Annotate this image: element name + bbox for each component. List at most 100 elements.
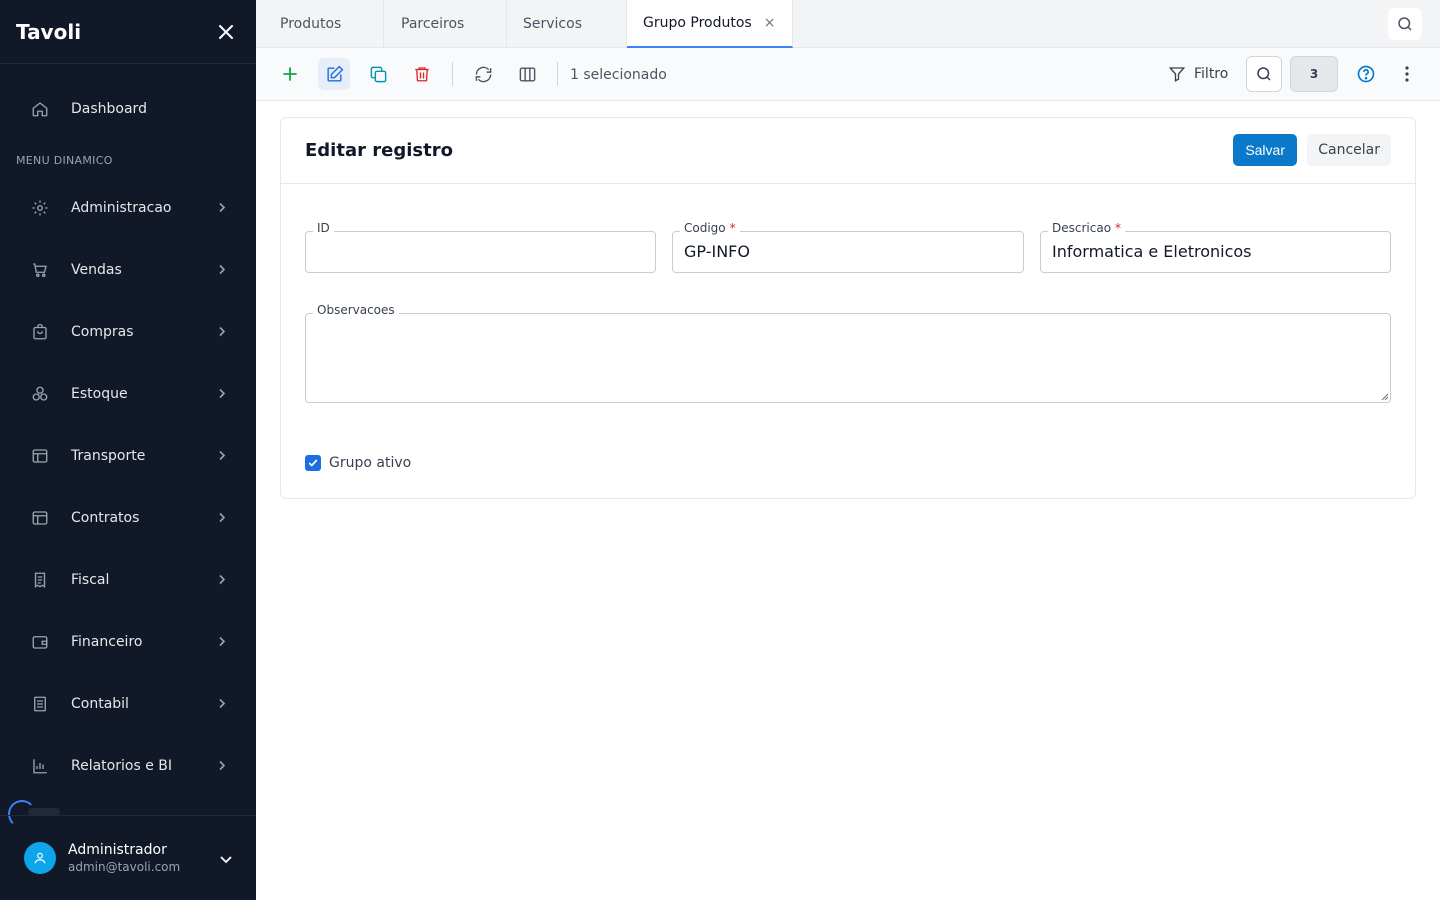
sidebar-header: Tavoli	[0, 0, 256, 64]
save-button[interactable]: Salvar	[1233, 134, 1297, 166]
layout-icon	[30, 446, 50, 466]
toolbar-divider	[452, 62, 453, 86]
sidebar-item-label: Financeiro	[71, 634, 143, 650]
filter-icon	[1168, 67, 1186, 82]
tab-label: Grupo Produtos	[643, 15, 752, 31]
close-icon	[219, 24, 233, 39]
chevron-down-icon[interactable]	[220, 849, 232, 868]
edit-icon	[326, 65, 343, 82]
sidebar-item-estoque[interactable]: Estoque	[16, 363, 240, 425]
codigo-value: GP-INFO	[684, 241, 750, 261]
sidebar-item-administracao[interactable]: Administracao	[16, 177, 240, 239]
search-icon	[1257, 67, 1271, 81]
tab-label: Servicos	[523, 16, 582, 32]
home-icon	[30, 99, 50, 119]
boxes-icon	[30, 384, 50, 404]
chevron-right-icon	[218, 757, 226, 776]
tab-produtos[interactable]: Produtos	[256, 0, 384, 48]
chevron-right-icon	[218, 447, 226, 466]
chevron-right-icon	[218, 199, 226, 218]
trash-icon	[415, 67, 429, 82]
sidebar-item-relatorios[interactable]: Relatorios e BI	[16, 735, 240, 797]
tab-bar: Produtos Parceiros Servicos Grupo Produt…	[256, 0, 1440, 48]
search-icon	[1398, 17, 1412, 31]
receipt-icon	[30, 570, 50, 590]
filter-label: Filtro	[1194, 66, 1229, 82]
observacoes-field[interactable]: Observacoes	[305, 303, 1391, 403]
wallet-icon	[30, 632, 50, 652]
card-header: Editar registro Salvar Cancelar	[281, 118, 1415, 184]
tab-servicos[interactable]: Servicos	[507, 0, 627, 48]
user-menu[interactable]: Administrador admin@tavoli.com	[0, 815, 256, 900]
chevron-right-icon	[218, 509, 226, 528]
sidebar-item-fiscal[interactable]: Fiscal	[16, 549, 240, 611]
sidebar-item-label: Dashboard	[71, 101, 147, 117]
page-title: Editar registro	[305, 140, 453, 161]
delete-button[interactable]	[406, 58, 438, 90]
chevron-right-icon	[218, 385, 226, 404]
add-button[interactable]	[274, 58, 306, 90]
resize-handle-icon[interactable]	[1381, 393, 1389, 401]
filter-button[interactable]: Filtro	[1168, 58, 1228, 90]
sidebar-item-label: Estoque	[71, 386, 128, 402]
columns-button[interactable]	[511, 58, 543, 90]
descricao-value: Informatica e Eletronicos	[1052, 241, 1252, 261]
sidebar-item-label: Transporte	[71, 448, 146, 464]
close-tab-icon[interactable]: ×	[764, 15, 776, 31]
copy-icon	[370, 66, 386, 82]
tab-grupo-produtos[interactable]: Grupo Produtos ×	[627, 0, 793, 48]
chevron-right-icon	[218, 695, 226, 714]
sidebar-item-transporte[interactable]: Transporte	[16, 425, 240, 487]
sidebar-item-label: Contratos	[71, 510, 140, 526]
checkbox-checked-icon[interactable]	[305, 455, 321, 471]
plus-icon	[283, 67, 297, 81]
sidebar-item-label: Relatorios e BI	[71, 758, 172, 774]
bar-chart-icon	[30, 756, 50, 776]
sidebar-item-vendas[interactable]: Vendas	[16, 239, 240, 301]
descricao-field[interactable]: Descricao * Informatica e Eletronicos	[1040, 221, 1391, 273]
sidebar-item-contratos[interactable]: Contratos	[16, 487, 240, 549]
sidebar-item-label: Vendas	[71, 262, 122, 278]
cancel-button[interactable]: Cancelar	[1307, 134, 1391, 166]
grupo-ativo-checkbox[interactable]: Grupo ativo	[305, 455, 411, 471]
user-info: Administrador admin@tavoli.com	[68, 842, 220, 874]
user-email: admin@tavoli.com	[68, 860, 181, 874]
tab-label: Parceiros	[401, 16, 465, 32]
more-options-button[interactable]	[1394, 58, 1420, 90]
layout-icon	[30, 508, 50, 528]
observacoes-textarea[interactable]	[305, 313, 1391, 403]
sidebar-item-compras[interactable]: Compras	[16, 301, 240, 363]
codigo-field[interactable]: Codigo * GP-INFO	[672, 221, 1024, 273]
toolbar-search-button[interactable]	[1246, 56, 1282, 92]
sidebar-item-dashboard[interactable]: Dashboard	[16, 88, 240, 130]
global-search-button[interactable]	[1388, 8, 1422, 40]
user-icon	[34, 852, 46, 864]
gear-icon	[30, 198, 50, 218]
count-badge[interactable]: 3	[1290, 56, 1338, 92]
observacoes-label: Observacoes	[313, 303, 399, 317]
duplicate-button[interactable]	[362, 58, 394, 90]
sidebar-item-financeiro[interactable]: Financeiro	[16, 611, 240, 673]
sidebar-item-label: Fiscal	[71, 572, 110, 588]
id-field[interactable]: ID	[305, 221, 656, 273]
help-button[interactable]	[1350, 58, 1382, 90]
brand-logo: Tavoli	[16, 19, 82, 44]
sidebar-item-contabil[interactable]: Contabil	[16, 673, 240, 735]
refresh-button[interactable]	[467, 58, 499, 90]
tab-label: Produtos	[280, 16, 342, 32]
chevron-right-icon	[218, 323, 226, 342]
grupo-ativo-label: Grupo ativo	[329, 455, 412, 471]
avatar	[24, 842, 56, 874]
id-input[interactable]	[305, 231, 656, 273]
close-sidebar-button[interactable]	[212, 18, 240, 46]
tab-parceiros[interactable]: Parceiros	[384, 0, 507, 48]
toolbar-divider	[557, 62, 558, 86]
edit-button[interactable]	[318, 58, 350, 90]
sidebar-item-label: Contabil	[71, 696, 129, 712]
menu-section-title: MENU DINAMICO	[16, 154, 113, 167]
cart-icon	[30, 260, 50, 280]
edit-form-card: Editar registro Salvar Cancelar ID Codig…	[280, 117, 1416, 499]
help-icon	[1357, 65, 1375, 83]
ledger-icon	[30, 694, 50, 714]
sidebar-nav: Administracao Vendas Compras Estoque Tra…	[16, 177, 240, 797]
